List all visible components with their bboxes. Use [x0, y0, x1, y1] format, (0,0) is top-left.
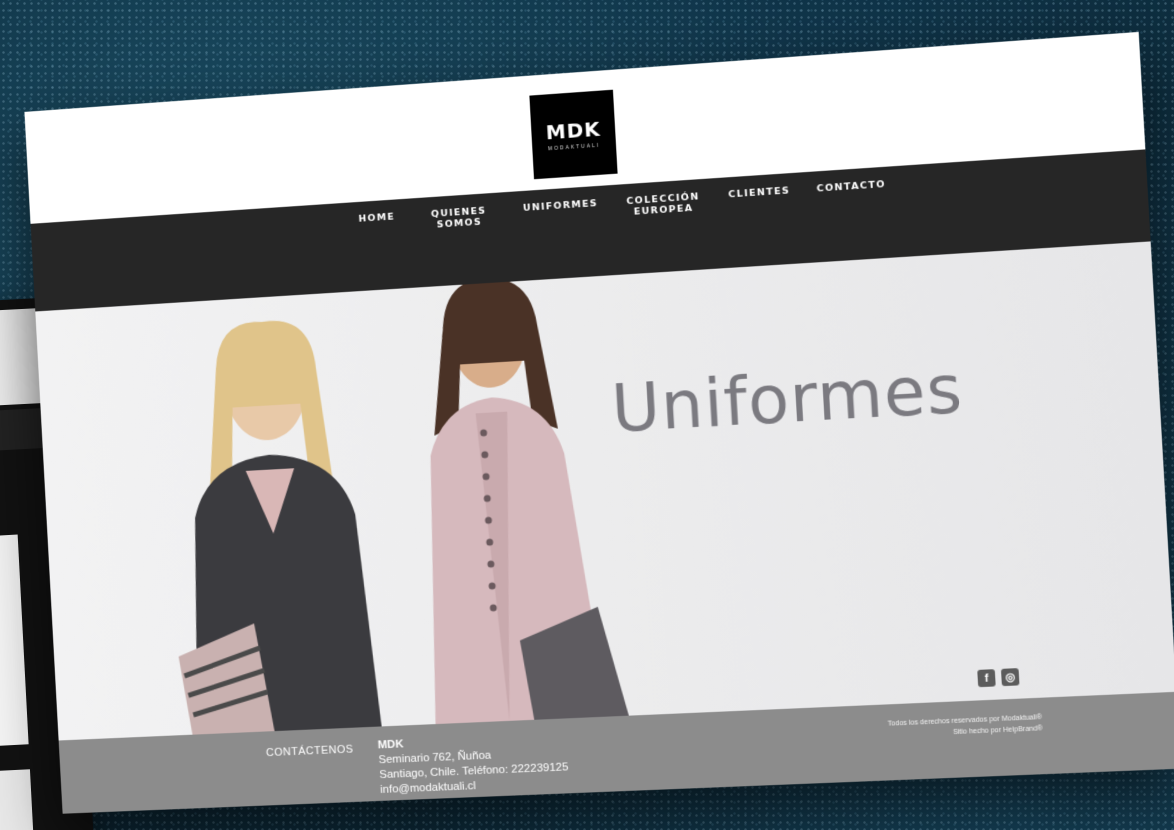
- nav-item-coleccion-europea[interactable]: COLECCIÓN EUROPEA: [624, 191, 703, 218]
- hero-banner: Uniformes: [35, 241, 1174, 741]
- background-device-footer: [0, 769, 35, 830]
- nav-item-uniformes[interactable]: UNIFORMES: [523, 198, 599, 225]
- facebook-icon[interactable]: f: [977, 669, 996, 688]
- contact-label: CONTÁCTENOS: [265, 743, 354, 760]
- logo-subtext: MODAKTUALI: [547, 142, 601, 153]
- model-left: [161, 317, 382, 736]
- nav-item-clientes[interactable]: CLIENTES: [728, 185, 791, 211]
- social-links: f ◎: [977, 668, 1020, 688]
- instagram-icon[interactable]: ◎: [1000, 668, 1020, 687]
- nav-item-contacto[interactable]: CONTACTO: [816, 179, 887, 206]
- model-right: [417, 274, 629, 725]
- website-mockup: MDK MODAKTUALI HOME QUIENES SOMOS UNIFOR…: [24, 31, 1174, 814]
- copyright-notice: Todos los derechos reservados por Modakt…: [887, 712, 1043, 741]
- background-device-image: [0, 534, 29, 748]
- nav-item-quienes-somos[interactable]: QUIENES SOMOS: [420, 205, 498, 232]
- logo-text: MDK: [545, 116, 602, 145]
- hero-models-image: [92, 274, 629, 736]
- site-logo[interactable]: MDK MODAKTUALI: [529, 89, 618, 180]
- contact-info: MDK Seminario 762, Ñuñoa Santiago, Chile…: [377, 730, 569, 798]
- nav-item-home[interactable]: HOME: [358, 211, 396, 235]
